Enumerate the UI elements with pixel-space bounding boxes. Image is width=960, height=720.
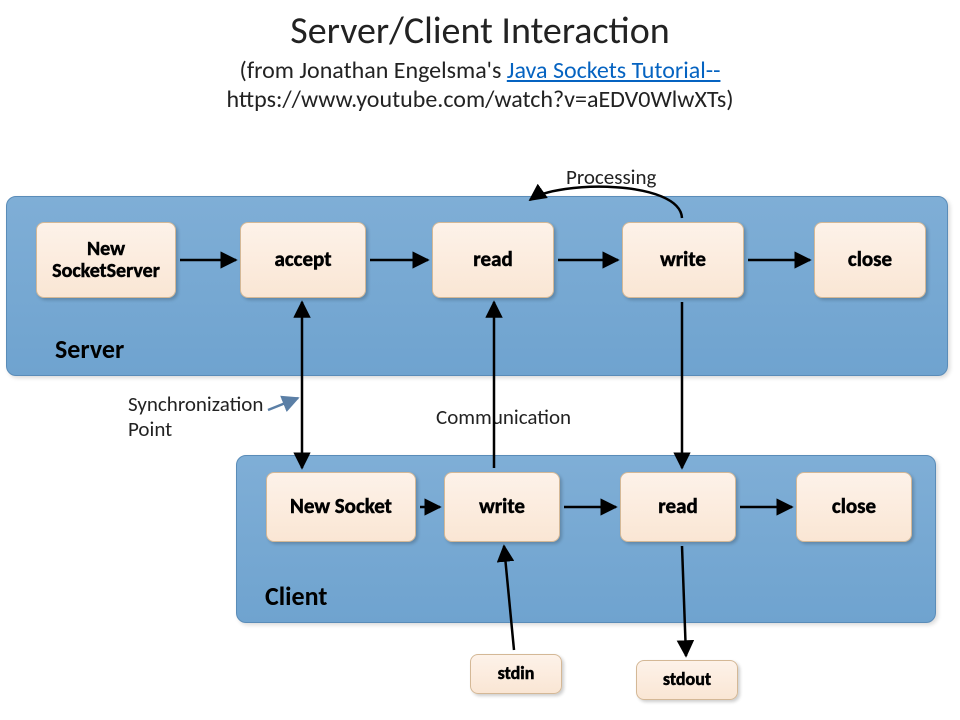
- subtitle: (from Jonathan Engelsma's Java Sockets T…: [0, 56, 960, 85]
- node-stdout: stdout: [636, 660, 738, 700]
- url-text: https://www.youtube.com/watch?v=aEDV0Wlw…: [0, 85, 960, 114]
- arrow-sync-pointer: [268, 398, 298, 410]
- label-synchronization: Synchronization Point: [128, 392, 263, 442]
- subtitle-prefix: (from Jonathan Engelsma's: [240, 56, 507, 85]
- node-server-read: read: [432, 222, 554, 298]
- node-accept: accept: [240, 222, 366, 298]
- node-client-write: write: [444, 472, 560, 542]
- client-panel-label: Client: [265, 580, 327, 612]
- page-title: Server/Client Interaction: [0, 8, 960, 54]
- node-server-write: write: [622, 222, 744, 298]
- node-client-close: close: [796, 472, 912, 542]
- header: Server/Client Interaction (from Jonathan…: [0, 0, 960, 114]
- server-panel-label: Server: [55, 333, 124, 365]
- node-stdin: stdin: [470, 654, 562, 694]
- node-new-socket: New Socket: [266, 472, 416, 542]
- node-new-socket-server: New SocketServer: [36, 222, 176, 298]
- label-communication: Communication: [436, 404, 571, 430]
- node-client-read: read: [620, 472, 736, 542]
- tutorial-link[interactable]: Java Sockets Tutorial--: [507, 56, 721, 85]
- label-processing: Processing: [566, 164, 656, 190]
- node-server-close: close: [814, 222, 926, 298]
